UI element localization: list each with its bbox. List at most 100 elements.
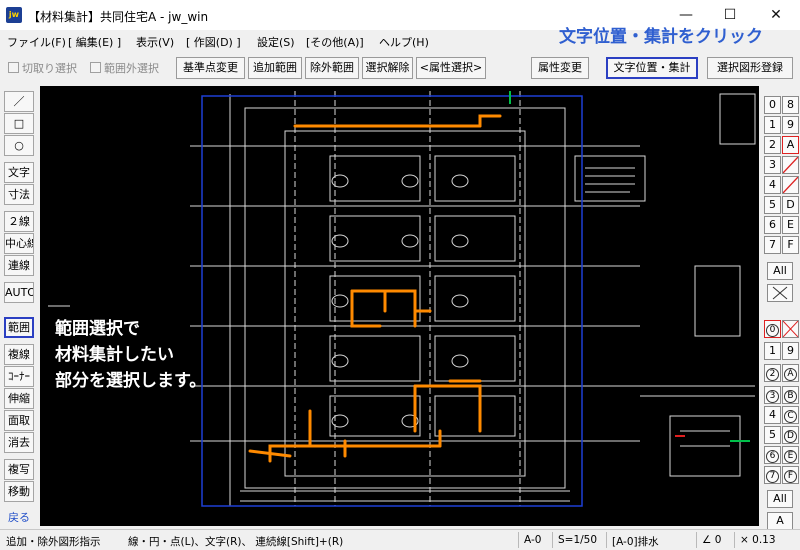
cross-icon — [772, 286, 788, 300]
group-btn-1[interactable]: 1 — [764, 342, 781, 360]
layer-all-button[interactable]: All — [767, 262, 793, 280]
layer-btn-5[interactable]: 5 — [764, 196, 781, 214]
group-C-label: C — [784, 410, 797, 423]
menu-draw[interactable]: [ 作図(D) ] — [186, 34, 241, 50]
group-btn-F[interactable]: F — [782, 466, 799, 484]
release-selection-button[interactable]: 選択解除 — [362, 57, 413, 79]
tool-erase[interactable]: 消去 — [4, 432, 34, 453]
group-btn-E[interactable]: E — [782, 446, 799, 464]
tool-connect-line[interactable]: 連線 — [4, 255, 34, 276]
text-position-total-button[interactable]: 文字位置・集計 — [606, 57, 698, 79]
outside-select-label: 範囲外選択 — [104, 62, 159, 75]
layer-btn-2[interactable]: 2 — [764, 136, 781, 154]
tool-dimension[interactable]: 寸法 — [4, 184, 34, 205]
layer-btn-A[interactable]: A — [782, 136, 799, 154]
group-btn-8-hidden[interactable] — [782, 320, 799, 338]
tool-offset[interactable]: 複線 — [4, 344, 34, 365]
group-btn-7[interactable]: 7 — [764, 466, 781, 484]
layer-btn-6[interactable]: 6 — [764, 216, 781, 234]
tool-text[interactable]: 文字 — [4, 162, 34, 183]
menu-view[interactable]: 表示(V) — [136, 34, 174, 50]
tool-corner[interactable]: ｺｰﾅｰ — [4, 366, 34, 387]
status-separator — [696, 532, 697, 548]
layer-btn-7[interactable]: 7 — [764, 236, 781, 254]
tool-center-line[interactable]: 中心線 — [4, 233, 34, 254]
attribute-select-button[interactable]: <属性選択> — [416, 57, 486, 79]
tool-chamfer[interactable]: 面取 — [4, 410, 34, 431]
tool-rectangle[interactable]: □ — [4, 113, 34, 134]
layer-btn-8[interactable]: 8 — [782, 96, 799, 114]
group-btn-B[interactable]: B — [782, 386, 799, 404]
group-6-label: 6 — [766, 450, 779, 463]
current-group-button[interactable]: A — [767, 512, 793, 530]
cut-select-checkbox[interactable]: 切取り選択 — [8, 60, 77, 76]
tool-copy[interactable]: 複写 — [4, 459, 34, 480]
drawing-canvas[interactable] — [40, 86, 759, 526]
group-btn-2[interactable]: 2 — [764, 364, 781, 382]
group-E-label: E — [784, 450, 797, 463]
status-zoom[interactable]: × 0.13 — [740, 534, 776, 546]
outside-select-checkbox[interactable]: 範囲外選択 — [90, 60, 159, 76]
base-point-change-button[interactable]: 基準点変更 — [176, 57, 245, 79]
menu-settings[interactable]: 設定(S) — [257, 34, 295, 50]
status-layer-name[interactable]: [A-0]排水 — [612, 534, 659, 549]
group-0-label: 0 — [766, 324, 779, 337]
tool-line[interactable]: ／ — [4, 91, 34, 112]
group-7-label: 7 — [766, 470, 779, 483]
group-btn-6[interactable]: 6 — [764, 446, 781, 464]
group-btn-0[interactable]: 0 — [764, 320, 781, 338]
attribute-change-button[interactable]: 属性変更 — [531, 57, 589, 79]
tool-double-line[interactable]: ２線 — [4, 211, 34, 232]
layer-btn-9[interactable]: 9 — [782, 116, 799, 134]
callout-range-select-instruction: 範囲選択で 材料集計したい 部分を選択します。 — [55, 316, 206, 394]
layer-btn-C-hidden[interactable] — [782, 176, 799, 194]
menu-help[interactable]: ヘルプ(H) — [379, 34, 429, 50]
layer-btn-B-hidden[interactable] — [782, 156, 799, 174]
window-title: 【材料集計】共同住宅A - jw_win — [28, 10, 209, 24]
status-separator — [606, 532, 607, 548]
group-btn-C[interactable]: C — [782, 406, 799, 424]
tool-stretch[interactable]: 伸縮 — [4, 388, 34, 409]
tool-range[interactable]: 範囲 — [4, 317, 34, 338]
group-btn-5[interactable]: 5 — [764, 426, 781, 444]
group-btn-D[interactable]: D — [782, 426, 799, 444]
group-btn-4[interactable]: 4 — [764, 406, 781, 424]
layer-btn-3[interactable]: 3 — [764, 156, 781, 174]
layer-btn-F[interactable]: F — [782, 236, 799, 254]
menu-other[interactable]: [その他(A)] — [306, 34, 364, 50]
group-all-button[interactable]: All — [767, 490, 793, 508]
group-btn-9[interactable]: 9 — [782, 342, 799, 360]
cad-drawing — [48, 91, 756, 507]
app-window: jw 【材料集計】共同住宅A - jw_win — ☐ ✕ 文字位置・集計をクリ… — [0, 0, 800, 550]
menu-edit[interactable]: [ 編集(E) ] — [68, 34, 121, 50]
group-btn-3[interactable]: 3 — [764, 386, 781, 404]
layer-btn-1[interactable]: 1 — [764, 116, 781, 134]
status-mode: 追加・除外図形指示 — [6, 536, 101, 548]
status-scale[interactable]: S=1/50 — [558, 534, 597, 546]
add-range-button[interactable]: 追加範囲 — [248, 57, 302, 79]
tool-move[interactable]: 移動 — [4, 481, 34, 502]
hidden-layer-icon — [782, 176, 799, 194]
layer-btn-0[interactable]: 0 — [764, 96, 781, 114]
tool-undo[interactable]: 戻る — [4, 508, 34, 529]
cross-red-icon — [782, 320, 799, 338]
status-angle[interactable]: ∠ 0 — [702, 534, 721, 546]
layer-btn-D[interactable]: D — [782, 196, 799, 214]
status-layer[interactable]: A-0 — [524, 534, 541, 546]
group-A-label: A — [784, 368, 797, 381]
group-btn-A[interactable]: A — [782, 364, 799, 382]
menu-file[interactable]: ファイル(F) — [7, 34, 66, 50]
group-B-label: B — [784, 390, 797, 403]
layer-btn-E[interactable]: E — [782, 216, 799, 234]
tool-circle[interactable]: ○ — [4, 135, 34, 156]
drainage-pipes — [248, 114, 502, 463]
callout-click-text-position: 文字位置・集計をクリック — [559, 27, 763, 47]
register-shape-button[interactable]: 選択図形登録 — [707, 57, 793, 79]
layer-invert-button[interactable] — [767, 284, 793, 302]
jw-app-icon: jw — [6, 7, 22, 23]
status-separator — [518, 532, 519, 548]
exclude-range-button[interactable]: 除外範囲 — [305, 57, 359, 79]
layer-btn-4[interactable]: 4 — [764, 176, 781, 194]
instruction-line-1: 範囲選択で — [55, 319, 140, 339]
tool-auto[interactable]: AUTO — [4, 282, 34, 303]
